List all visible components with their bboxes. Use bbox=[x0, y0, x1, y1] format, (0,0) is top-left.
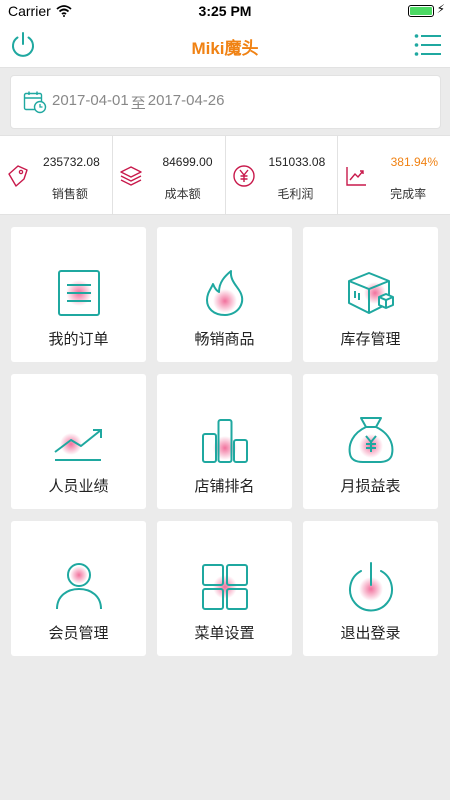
end-date: 2017-04-26 bbox=[147, 91, 225, 109]
summary-stats: 235732.08 销售额 84699.00 成本额 151033.08 毛利润… bbox=[0, 135, 450, 215]
clock: 3:25 PM bbox=[198, 3, 252, 19]
menu-inventory[interactable]: 库存管理 bbox=[303, 227, 438, 362]
list-menu-icon[interactable] bbox=[414, 33, 442, 57]
date-range-text: 2017-04-01 至 2017-04-26 bbox=[52, 92, 224, 113]
tile-label: 人员业绩 bbox=[48, 478, 109, 495]
stat-value: 381.94% bbox=[390, 155, 438, 169]
trend-arrow-icon bbox=[53, 429, 102, 461]
menu-logout[interactable]: 退出登录 bbox=[303, 521, 438, 656]
grid-menu-icon bbox=[201, 564, 248, 610]
menu-best-sellers[interactable]: 畅销商品 bbox=[157, 227, 292, 362]
battery-icon bbox=[408, 5, 434, 17]
menu-monthly-pnl[interactable]: 月损益表 bbox=[303, 374, 438, 509]
stat-cost[interactable]: 84699.00 成本额 bbox=[113, 136, 226, 214]
charging-icon: ⚡ bbox=[436, 2, 445, 16]
stat-label: 完成率 bbox=[390, 187, 427, 201]
money-bag-icon bbox=[348, 417, 393, 463]
tile-label: 会员管理 bbox=[48, 625, 109, 642]
start-date: 2017-04-01 bbox=[52, 91, 129, 109]
tile-label: 我的订单 bbox=[48, 331, 109, 348]
bar-ranking-icon bbox=[201, 419, 248, 463]
menu-grid: 我的订单 畅销商品 库存管理 人员业绩 店铺排名 月损益表 会员管理 菜单设置 … bbox=[11, 227, 439, 656]
boxes-icon bbox=[347, 272, 394, 314]
stat-value: 235732.08 bbox=[43, 155, 100, 169]
trend-chart-icon bbox=[346, 167, 367, 186]
tile-label: 退出登录 bbox=[340, 625, 401, 642]
stat-label: 成本额 bbox=[164, 187, 201, 201]
stat-label: 毛利润 bbox=[277, 187, 314, 201]
menu-store-ranking[interactable]: 店铺排名 bbox=[157, 374, 292, 509]
navigation-bar: Miki魔头 bbox=[0, 22, 450, 68]
tile-label: 畅销商品 bbox=[194, 331, 255, 348]
tile-label: 库存管理 bbox=[340, 331, 401, 348]
stat-completion[interactable]: 381.94% 完成率 bbox=[338, 136, 450, 214]
yen-coin-icon bbox=[232, 165, 255, 187]
member-user-icon bbox=[55, 563, 102, 610]
stat-value: 84699.00 bbox=[162, 155, 213, 169]
page-title: Miki魔头 bbox=[191, 39, 259, 58]
menu-my-orders[interactable]: 我的订单 bbox=[11, 227, 146, 362]
date-range-selector[interactable]: 2017-04-01 至 2017-04-26 bbox=[10, 75, 441, 129]
layers-icon bbox=[120, 166, 142, 186]
order-list-icon bbox=[57, 270, 100, 316]
date-separator: 至 bbox=[130, 94, 146, 112]
stat-profit[interactable]: 151033.08 毛利润 bbox=[226, 136, 339, 214]
stat-label: 销售额 bbox=[51, 187, 88, 201]
flame-icon bbox=[205, 270, 243, 316]
menu-staff-performance[interactable]: 人员业绩 bbox=[11, 374, 146, 509]
stat-sales[interactable]: 235732.08 销售额 bbox=[0, 136, 113, 214]
tile-label: 月损益表 bbox=[340, 478, 401, 495]
status-bar: Carrier 3:25 PM ⚡ bbox=[0, 0, 450, 22]
menu-menu-settings[interactable]: 菜单设置 bbox=[157, 521, 292, 656]
stat-value: 151033.08 bbox=[268, 155, 326, 169]
price-tag-icon bbox=[8, 165, 28, 187]
menu-member-management[interactable]: 会员管理 bbox=[11, 521, 146, 656]
tile-label: 店铺排名 bbox=[194, 478, 255, 495]
calendar-clock-icon bbox=[23, 91, 47, 114]
tile-label: 菜单设置 bbox=[194, 625, 255, 642]
logout-power-icon bbox=[348, 562, 393, 612]
